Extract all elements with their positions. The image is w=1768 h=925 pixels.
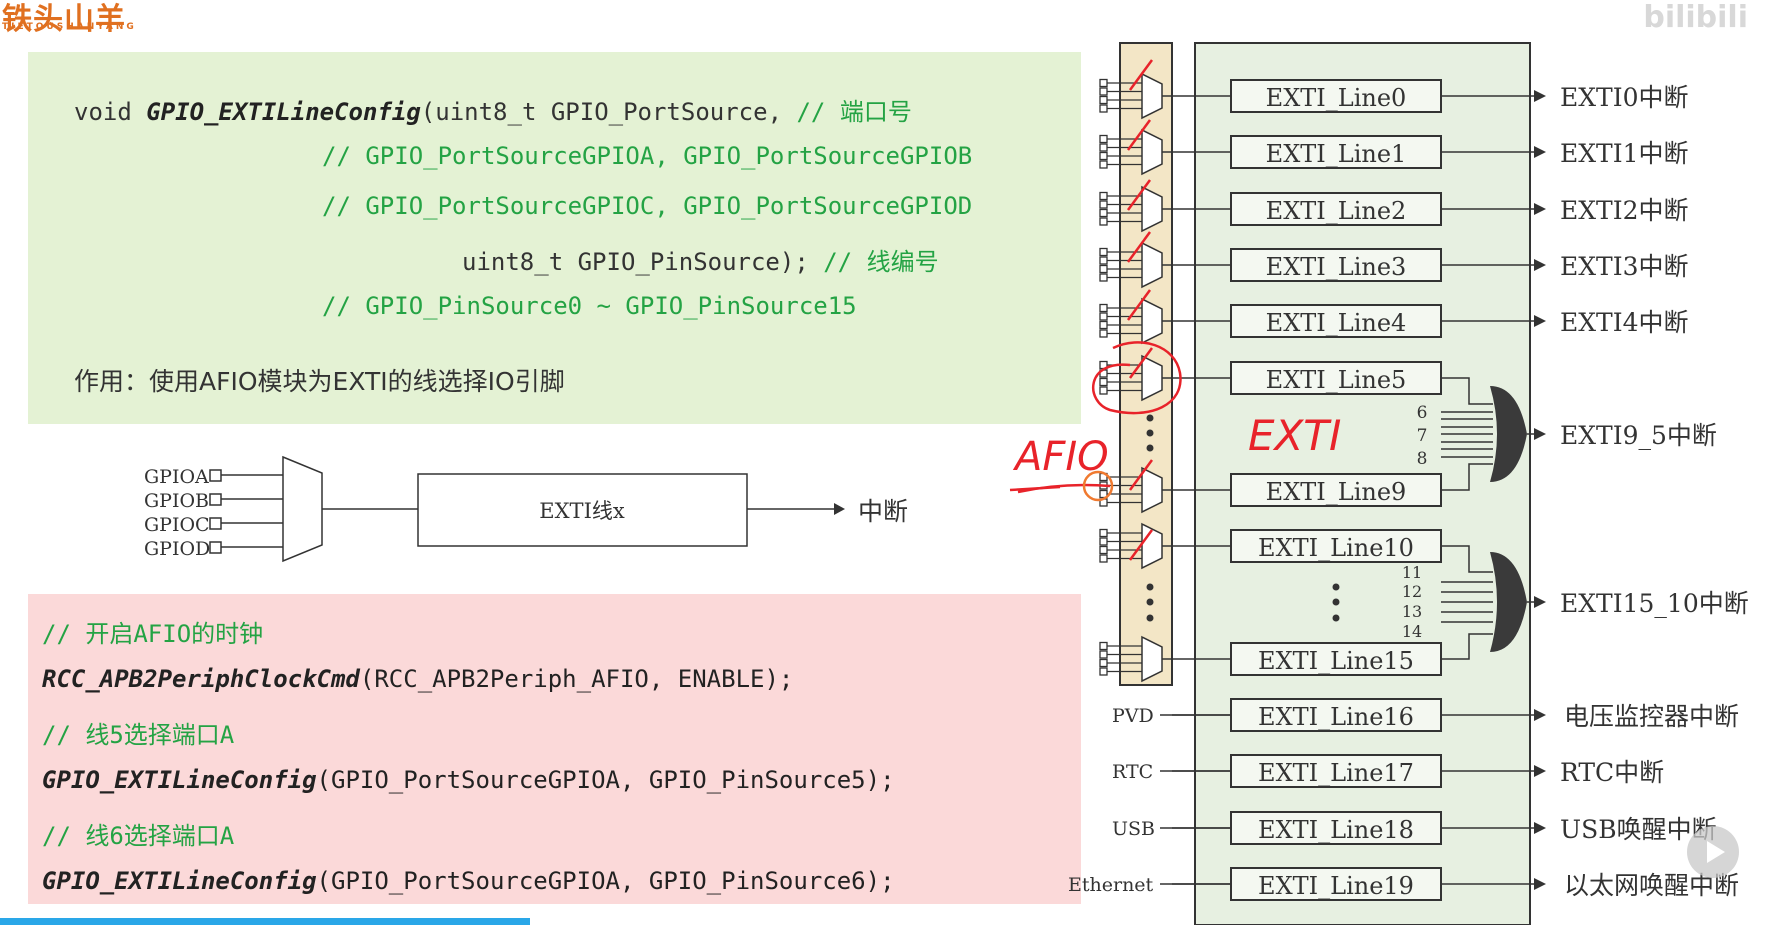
exti-line-label: EXTI_Line16 — [1258, 703, 1414, 731]
progress-bar[interactable] — [0, 918, 530, 925]
mini-afio-diagram: GPIOA GPIOB GPIOC GPIOD EXTI线x 中断 — [144, 455, 908, 563]
exti-line-label: EXTI_Line5 — [1266, 366, 1407, 394]
exti-line-label: EXTI_Line3 — [1266, 253, 1407, 281]
exti-line-label: EXTI_Line2 — [1266, 197, 1407, 225]
interrupt-label: EXTI1中断 — [1560, 139, 1689, 168]
interrupt-label: EXTI2中断 — [1560, 196, 1689, 225]
exti-line-label: EXTI_Line10 — [1258, 534, 1414, 562]
interrupt-label: EXTI3中断 — [1560, 252, 1689, 281]
side-input-label: USB — [1112, 818, 1155, 840]
side-input-label: Ethernet — [1068, 874, 1154, 896]
mini-input-label: GPIOA — [144, 466, 209, 488]
line-number: 14 — [1402, 622, 1422, 641]
exti-line-label: EXTI_Line15 — [1258, 647, 1414, 675]
mini-input-label: GPIOC — [144, 514, 210, 536]
exti-annotation: EXTI — [1248, 411, 1341, 460]
exti-line-label: EXTI_Line9 — [1266, 478, 1407, 506]
side-input-label: RTC — [1112, 761, 1153, 783]
play-button[interactable] — [1687, 826, 1739, 878]
mini-input-label: GPIOB — [144, 490, 209, 512]
exti-line-label: EXTI_Line18 — [1258, 816, 1414, 844]
exti-line-label: EXTI_Line1 — [1266, 140, 1407, 168]
interrupt-label: EXTI4中断 — [1560, 308, 1689, 337]
interrupt-label: 电压监控器中断 — [1564, 702, 1739, 731]
exti-block-diagram: GPIOA GPIOB GPIOC GPIOD EXTI线x 中断 EXTI_L… — [144, 42, 1749, 925]
line-number: 12 — [1402, 582, 1422, 601]
line-number: 11 — [1402, 563, 1422, 582]
interrupt-label: EXTI15_10中断 — [1560, 589, 1749, 618]
exti-line-label: EXTI_Line0 — [1266, 84, 1407, 112]
mini-output-label: 中断 — [858, 497, 908, 526]
interrupt-label: RTC中断 — [1560, 758, 1664, 787]
line-number: 8 — [1417, 449, 1428, 469]
exti-line-label: EXTI_Line4 — [1266, 309, 1407, 337]
line-number: 6 — [1417, 403, 1428, 423]
side-input-label: PVD — [1112, 705, 1154, 727]
exti-line-label: EXTI_Line17 — [1258, 759, 1414, 787]
interrupt-label: EXTI9_5中断 — [1560, 421, 1717, 450]
line-number: 13 — [1402, 602, 1422, 621]
mini-input-label: GPIOD — [144, 538, 210, 560]
exti-line-label: EXTI_Line19 — [1258, 872, 1414, 900]
afio-annotation: AFIO — [1012, 434, 1109, 480]
interrupt-label: EXTI0中断 — [1560, 83, 1689, 112]
mini-exti-label: EXTI线x — [539, 499, 625, 523]
line-number: 7 — [1417, 426, 1428, 446]
